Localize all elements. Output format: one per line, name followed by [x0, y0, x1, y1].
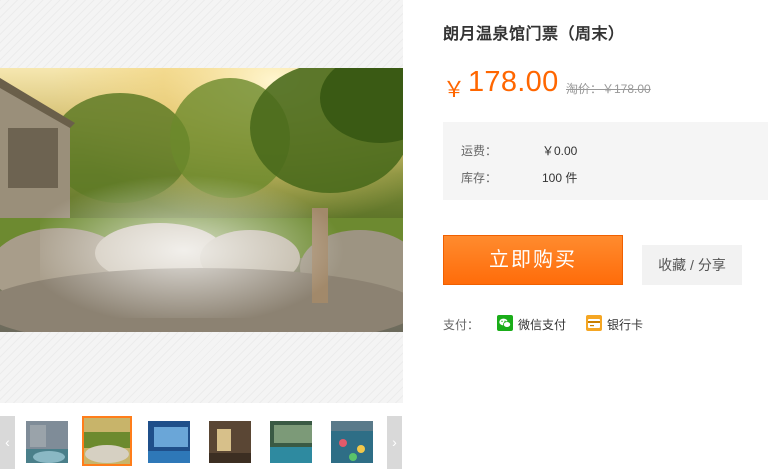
shipping-value: ￥0.00	[542, 144, 578, 158]
thumbnail-1[interactable]	[24, 419, 70, 465]
thumbnail-strip: ‹ ›	[0, 416, 403, 469]
wechat-pay-label: 微信支付	[518, 318, 567, 332]
wechat-icon	[497, 315, 513, 331]
next-thumb-arrow-icon[interactable]: ›	[387, 416, 402, 469]
thumbnail-5[interactable]	[268, 419, 314, 465]
main-product-image	[0, 68, 403, 332]
active-indicator	[103, 416, 113, 417]
bank-card-label: 银行卡	[607, 318, 644, 332]
currency-symbol: ￥	[443, 77, 466, 102]
thumbnail-2[interactable]	[82, 416, 132, 466]
prev-thumb-arrow-icon[interactable]: ‹	[0, 416, 15, 469]
bank-card-icon	[586, 315, 602, 331]
payment-wechat[interactable]: 微信支付	[497, 314, 572, 332]
stock-label: 库存：	[461, 171, 498, 185]
shipping-stock-box: 运费： ￥0.00 库存： 100 件	[443, 122, 768, 200]
shipping-label: 运费：	[461, 144, 498, 158]
thumbnail-3[interactable]	[146, 419, 192, 465]
current-price: 178.00	[468, 66, 559, 98]
image-stage: ‹ ›	[0, 0, 403, 469]
thumbnail-4[interactable]	[207, 419, 253, 465]
favorite-share-button[interactable]: 收藏 / 分享	[642, 245, 742, 285]
payment-bank-card[interactable]: 银行卡	[586, 314, 646, 332]
thumbnail-6[interactable]	[329, 419, 375, 465]
original-price: 淘价：￥178.00	[566, 82, 651, 96]
product-title: 朗月温泉馆门票（周末）	[443, 26, 625, 43]
payment-label: 支付：	[443, 318, 480, 332]
buy-now-button[interactable]: 立即购买	[443, 235, 623, 285]
stock-value: 100 件	[542, 171, 578, 185]
